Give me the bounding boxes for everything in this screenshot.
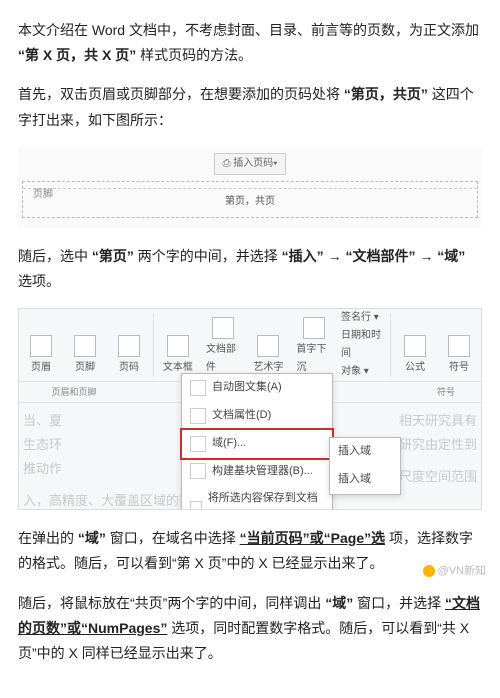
group-symbols: 符号 — [411, 382, 481, 403]
insert-page-number-button[interactable]: ⎙ 插入页码▾ — [214, 153, 286, 175]
menu-autotext[interactable]: 自动图文集(A) — [182, 374, 332, 402]
label: 构建基块管理器(B)... — [212, 462, 313, 482]
autotext-icon — [190, 380, 206, 396]
label: 首字下沉 — [296, 341, 331, 377]
bg-text: 推动作 — [23, 457, 62, 480]
header-icon — [30, 335, 52, 357]
text: 随后，选中 — [18, 248, 88, 264]
text: 两个字的中间，并选择 — [138, 248, 278, 264]
text: 本文介绍在 Word 文档中，不考虑封面、目录、前言等的页数，为正文添加 — [18, 22, 479, 38]
footer-icon — [74, 335, 96, 357]
menu-buildingblocks[interactable]: 构建基块管理器(B)... — [182, 458, 332, 486]
menu-field[interactable]: 域(F)... — [180, 428, 334, 460]
screenshot-footer-area: ⎙ 插入页码▾ 页脚 第页，共页 — [18, 147, 482, 228]
textbox-icon — [167, 335, 189, 357]
paragraph-4: 在弹出的 “域” 窗口，在域名中选择 “当前页码”或“Page”选 项，选择数字… — [18, 526, 482, 576]
submenu-insert-field-2[interactable]: 插入域 — [330, 466, 400, 494]
label: 页码 — [119, 359, 139, 377]
footer-label: 页脚 — [33, 186, 53, 204]
watermark-text: @VN新知 — [438, 565, 486, 577]
label: 文档属性(D) — [212, 406, 271, 426]
paragraph-1: 本文介绍在 Word 文档中，不考虑封面、目录、前言等的页数，为正文添加 “第 … — [18, 18, 482, 68]
paragraph-5: 随后，将鼠标放在“共页”两个字的中间，同样调出 “域” 窗口，并选择 “文档的页… — [18, 591, 482, 667]
ribbon-row: 页眉 页脚 页码 文本框 文档部件 艺术字 首字下沉 签名行 ▾ 日期和时间 对… — [19, 309, 481, 382]
ribbon-btn-wordart[interactable]: 艺术字 — [246, 309, 290, 381]
label: 符号 — [449, 359, 469, 377]
bg-text: 当、夏 — [23, 409, 62, 432]
label: 文档部件 — [206, 341, 241, 377]
watermark: @VN新知 — [423, 562, 486, 582]
save-icon — [190, 501, 202, 510]
pi-icon — [404, 335, 426, 357]
bg-text: 生态环 — [23, 433, 62, 456]
label: 页脚 — [75, 359, 95, 377]
ribbon-btn-footer[interactable]: 页脚 — [63, 309, 107, 381]
quickparts-icon — [212, 317, 234, 339]
ribbon-btn-equation[interactable]: 公式 — [393, 309, 437, 381]
bold: “域” — [78, 530, 106, 546]
label: 公式 — [405, 359, 425, 377]
text: 样式页码的方法。 — [140, 47, 252, 63]
text: 首先，双击页眉或页脚部分，在想要添加的页码处将 — [18, 86, 340, 102]
ribbon-small-object[interactable]: 对象 ▾ — [341, 363, 384, 381]
footer-dashed-box: 页脚 第页，共页 — [22, 181, 478, 218]
bold: “域” — [325, 595, 353, 611]
group-header-footer: 页眉和页脚 — [19, 382, 129, 403]
dropcap-icon — [303, 317, 325, 339]
paragraph-3: 随后，选中 “第页” 两个字的中间，并选择 “插入” → “文档部件” → “域… — [18, 244, 482, 294]
bold: “插入” — [282, 248, 324, 264]
ribbon-btn-quickparts[interactable]: 文档部件 — [200, 309, 247, 381]
bold-underline: “当前页码”或“Page”选 — [240, 530, 385, 546]
watermark-logo-icon — [423, 565, 435, 577]
ribbon-btn-header[interactable]: 页眉 — [19, 309, 63, 381]
ribbon-small-stack: 签名行 ▾ 日期和时间 对象 ▾ — [337, 309, 388, 381]
field-submenu: 插入域 插入域 — [329, 437, 401, 495]
arrow: → — [419, 248, 433, 264]
ribbon-small-datetime[interactable]: 日期和时间 — [341, 327, 384, 363]
label: 域(F)... — [212, 434, 246, 454]
field-icon — [190, 436, 206, 452]
bold: “文档部件” — [345, 248, 415, 264]
text: 选项。 — [18, 273, 60, 289]
ribbon-btn-textbox[interactable]: 文本框 — [156, 309, 200, 381]
screenshot-ribbon: 当、夏 生态环 推动作 入，高精度、大覆盖区域的数据来源逐渐成为研究中 相天研究… — [18, 308, 482, 510]
bold: “域” — [437, 248, 465, 264]
text: 在弹出的 — [18, 530, 74, 546]
bg-text: 相天研究具有 — [399, 409, 477, 432]
text: 随后，将鼠标放在“共页”两个字的中间，同样调出 — [18, 595, 321, 611]
blocks-icon — [190, 463, 206, 479]
ribbon-small-sig[interactable]: 签名行 ▾ — [341, 309, 384, 327]
omega-icon — [448, 335, 470, 357]
bold: “第页，共页” — [344, 86, 428, 102]
footer-center-text: 第页，共页 — [23, 188, 477, 211]
separator — [153, 313, 154, 377]
label: 页眉 — [31, 359, 51, 377]
text: 窗口，并选择 — [357, 595, 441, 611]
ribbon-btn-pagenum[interactable]: 页码 — [107, 309, 151, 381]
menu-save-selection[interactable]: 将所选内容保存到文档部件库(S)... — [182, 485, 332, 510]
ribbon-btn-dropcap[interactable]: 首字下沉 — [290, 309, 337, 381]
wordart-icon — [257, 335, 279, 357]
text: 窗口，在域名中选择 — [110, 530, 236, 546]
docprops-icon — [190, 408, 206, 424]
separator — [390, 313, 391, 377]
quickparts-dropdown: 自动图文集(A) 文档属性(D) 域(F)... 构建基块管理器(B)... 将… — [181, 373, 333, 510]
paragraph-2: 首先，双击页眉或页脚部分，在想要添加的页码处将 “第页，共页” 这四个字打出来，… — [18, 82, 482, 132]
label: 自动图文集(A) — [212, 378, 282, 398]
label: 将所选内容保存到文档部件库(S)... — [208, 489, 324, 510]
bold: “第 X 页，共 X 页” — [18, 47, 136, 63]
submenu-insert-field-1[interactable]: 插入域 — [330, 438, 400, 466]
menu-docprops[interactable]: 文档属性(D) — [182, 402, 332, 430]
arrow: → — [328, 248, 342, 264]
ribbon-btn-symbol[interactable]: 符号 — [437, 309, 481, 381]
hash-icon — [118, 335, 140, 357]
bold: “第页” — [92, 248, 134, 264]
